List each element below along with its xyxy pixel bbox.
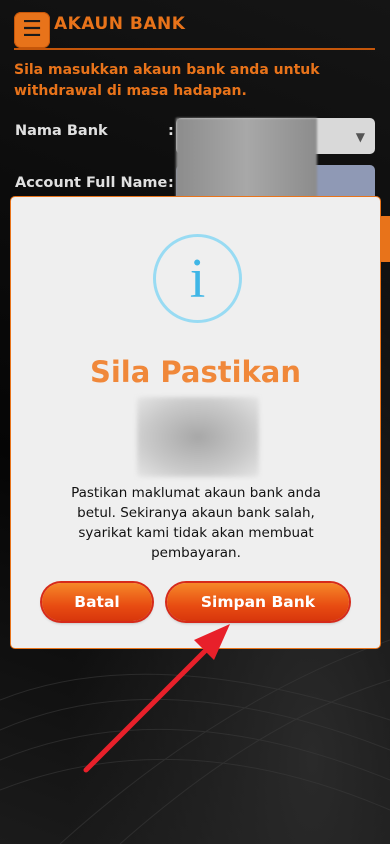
redacted-bank-details — [176, 118, 317, 202]
bank-name-colon: : — [168, 123, 174, 139]
info-icon: i — [153, 234, 242, 323]
confirm-dialog: i Sila Pastikan Pastikan maklumat akaun … — [10, 196, 381, 649]
dialog-message: Pastikan maklumat akaun bank anda betul.… — [71, 485, 321, 561]
info-glyph: i — [189, 247, 206, 310]
cancel-button[interactable]: Batal — [42, 583, 152, 621]
page-title: AKAUN BANK — [54, 14, 186, 34]
dialog-title: Sila Pastikan — [89, 355, 302, 389]
form-intro: Sila masukkan akaun bank anda untuk with… — [14, 62, 320, 99]
title-divider — [14, 48, 375, 50]
hamburger-icon: ☰ — [22, 17, 42, 42]
full-name-label: Account Full Name — [15, 175, 168, 191]
chevron-down-icon: ▼ — [355, 130, 365, 144]
redacted-account-info — [137, 397, 259, 477]
full-name-colon: : — [168, 175, 174, 191]
menu-button[interactable]: ☰ — [14, 12, 50, 48]
save-bank-button[interactable]: Simpan Bank — [167, 583, 349, 621]
bank-name-label: Nama Bank — [15, 123, 108, 139]
